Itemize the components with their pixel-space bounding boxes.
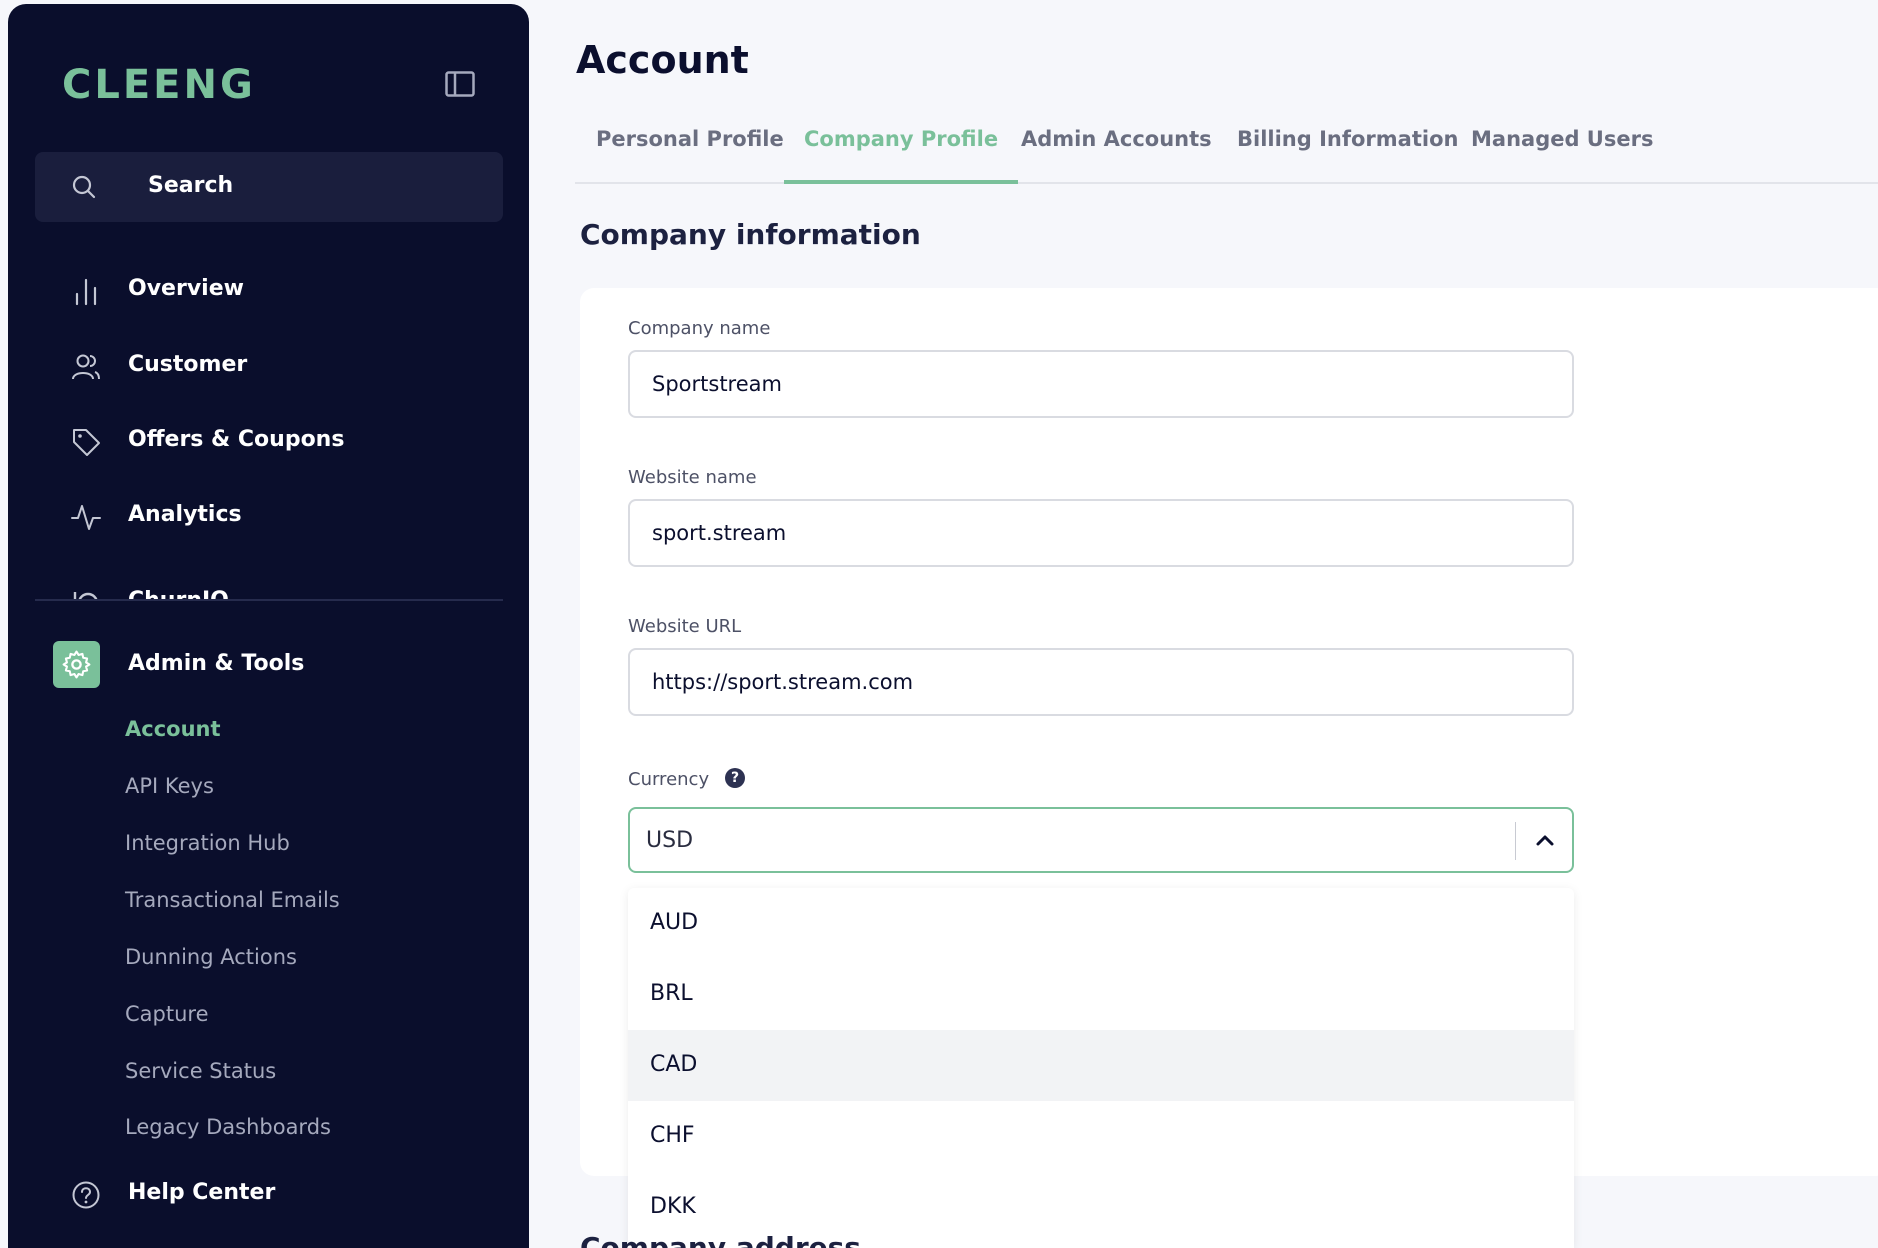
sidebar-subitem-dunning-actions[interactable]: Dunning Actions	[125, 945, 297, 969]
admin-badge	[53, 641, 100, 688]
sidebar-item-label: Help Center	[128, 1180, 276, 1205]
chevron-up-icon[interactable]	[1534, 829, 1556, 851]
search-icon	[72, 175, 96, 199]
website-url-input[interactable]	[628, 648, 1574, 716]
select-separator	[1515, 822, 1516, 860]
tag-icon	[73, 429, 100, 456]
sidebar-subitem-transactional-emails[interactable]: Transactional Emails	[125, 888, 340, 912]
sidebar-subitem-api-keys[interactable]: API Keys	[125, 774, 214, 798]
sidebar-subitem-service-status[interactable]: Service Status	[125, 1059, 276, 1083]
tab-managed-users[interactable]: Managed Users	[1471, 118, 1653, 184]
sidebar-item-label: ChurnIQ	[128, 588, 229, 601]
bar-chart-icon	[75, 278, 97, 306]
churniq-icon	[73, 592, 98, 599]
account-tabs: Personal Profile Company Profile Admin A…	[575, 118, 1878, 184]
sidebar: CLEENG Search Overview Customer Offers &…	[8, 4, 529, 1248]
website-name-input[interactable]	[628, 499, 1574, 567]
sidebar-item-label: Customer	[128, 352, 248, 377]
sidebar-subitem-account[interactable]: Account	[125, 717, 221, 741]
sidebar-item-label: Overview	[128, 276, 244, 301]
currency-help-icon[interactable]: ?	[725, 768, 745, 788]
sidebar-item-offers-coupons[interactable]: Offers & Coupons	[35, 413, 503, 471]
sidebar-search[interactable]: Search	[35, 152, 503, 222]
website-name-label: Website name	[628, 467, 757, 488]
sidebar-item-overview[interactable]: Overview	[35, 262, 503, 320]
sidebar-collapse-button[interactable]	[440, 64, 480, 104]
cleeng-logo[interactable]: CLEENG	[62, 62, 256, 108]
website-url-label: Website URL	[628, 616, 742, 637]
gear-icon	[62, 650, 91, 679]
help-circle-icon	[72, 1181, 100, 1209]
currency-select[interactable]: USD	[628, 807, 1574, 873]
sidebar-subitem-legacy-dashboards[interactable]: Legacy Dashboards	[125, 1115, 331, 1139]
company-information-heading: Company information	[580, 218, 921, 251]
currency-selected-value: USD	[646, 828, 694, 853]
company-name-input[interactable]	[628, 350, 1574, 418]
tab-personal-profile[interactable]: Personal Profile	[596, 118, 784, 184]
admin-tools-label: Admin & Tools	[128, 651, 305, 676]
sidebar-toggle-icon	[445, 71, 475, 97]
sidebar-item-churniq[interactable]: ChurnIQ	[35, 574, 503, 601]
activity-icon	[71, 505, 101, 530]
currency-option-aud[interactable]: AUD	[628, 888, 1574, 959]
sidebar-item-label: Offers & Coupons	[128, 427, 345, 452]
sidebar-subitem-capture[interactable]: Capture	[125, 1002, 209, 1026]
sidebar-subitem-integration-hub[interactable]: Integration Hub	[125, 831, 290, 855]
currency-option-brl[interactable]: BRL	[628, 959, 1574, 1030]
sidebar-item-analytics[interactable]: Analytics	[35, 488, 503, 546]
company-address-heading: Company address	[580, 1231, 861, 1248]
currency-dropdown-menu[interactable]: AUD BRL CAD CHF DKK	[628, 888, 1574, 1248]
tab-billing-information[interactable]: Billing Information	[1237, 118, 1458, 184]
users-icon	[72, 354, 100, 380]
sidebar-item-admin-tools[interactable]: Admin & Tools	[53, 641, 493, 689]
company-name-label: Company name	[628, 318, 771, 339]
sidebar-item-customer[interactable]: Customer	[35, 338, 503, 396]
sidebar-item-help-center[interactable]: Help Center	[35, 1166, 503, 1224]
search-label: Search	[148, 173, 234, 198]
currency-option-chf[interactable]: CHF	[628, 1101, 1574, 1172]
sidebar-scroll-area[interactable]: ChurnIQ	[35, 564, 503, 601]
tab-company-profile[interactable]: Company Profile	[784, 118, 1019, 184]
sidebar-item-label: Analytics	[128, 502, 242, 527]
page-title: Account	[576, 38, 749, 82]
currency-label: Currency	[628, 769, 710, 790]
tab-admin-accounts[interactable]: Admin Accounts	[1021, 118, 1212, 184]
currency-option-cad[interactable]: CAD	[628, 1030, 1574, 1101]
